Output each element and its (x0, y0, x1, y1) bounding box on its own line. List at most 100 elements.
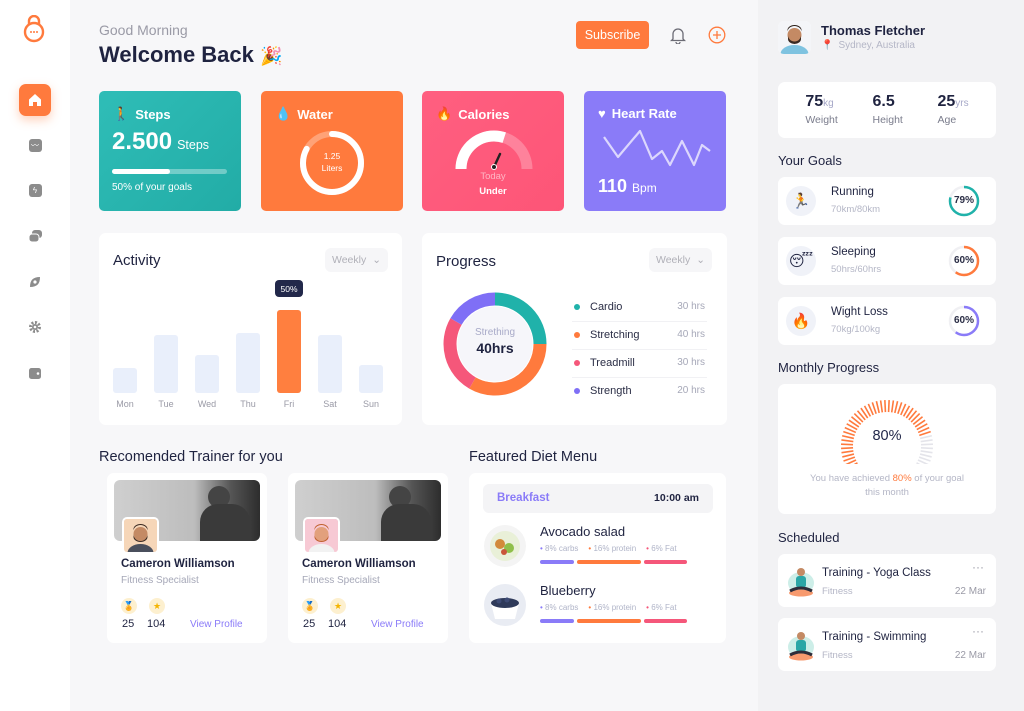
sidebar-item-settings[interactable] (19, 311, 51, 343)
gauge-tick (841, 450, 854, 454)
legend-value: 40 hrs (677, 329, 705, 340)
gauge-tick (841, 447, 854, 450)
meal-header: Breakfast 10:00 am (483, 484, 713, 513)
protein-bar (577, 560, 641, 564)
water-card[interactable]: 💧 Water 1.25 Liters (261, 91, 403, 211)
activity-bar-thu[interactable] (236, 333, 260, 393)
steps-value: 2.500 (112, 128, 173, 155)
goal-icon: 😴 (786, 246, 816, 276)
protein-bar (577, 619, 641, 623)
activity-bar-tue[interactable] (154, 335, 178, 393)
activity-bar-sun[interactable] (359, 365, 383, 393)
legend-item-treadmill[interactable]: Treadmill 30 hrs (572, 350, 707, 378)
calories-card[interactable]: 🔥 Calories Today Under (422, 91, 564, 211)
steps-card[interactable]: 🚶 Steps 2.500 Steps 50% of your goals (99, 91, 241, 211)
scheduled-category: Fitness (822, 586, 853, 597)
view-profile-link[interactable]: View Profile (371, 619, 424, 630)
gauge-tick (894, 401, 899, 414)
scheduled-item[interactable]: Training - Swimming Fitness ··· 22 Mar (778, 618, 996, 671)
user-location: Sydney, Australia (838, 40, 915, 51)
diet-item[interactable]: Blueberry • 8% carbs • 16% protein • 6% … (483, 583, 713, 633)
activity-day-label: Thu (240, 399, 256, 409)
activity-filter-dropdown[interactable]: Weekly ⌄ (325, 248, 388, 272)
activity-day-label: Wed (197, 399, 217, 409)
subscribe-button[interactable]: Subscribe (576, 21, 649, 49)
legend-value: 30 hrs (677, 357, 705, 368)
activity-bar-wed[interactable] (195, 355, 219, 393)
diet-title: Featured Diet Menu (469, 449, 598, 465)
carbs-label: 8% carbs (545, 603, 579, 612)
legend-label: Strength (590, 385, 632, 397)
monthly-progress-card: 80% You have achieved 80% of your goal t… (778, 384, 996, 514)
more-options-icon[interactable]: ··· (972, 560, 984, 574)
legend-item-strength[interactable]: Strength 20 hrs (572, 378, 707, 406)
view-profile-link[interactable]: View Profile (190, 619, 243, 630)
trainer-rating-count: 104 (328, 618, 347, 630)
legend-item-cardio[interactable]: Cardio 30 hrs (572, 294, 707, 322)
gauge-tick (875, 401, 880, 414)
activity-day-label: Tue (158, 399, 174, 409)
medal-icon: 🏅 (302, 598, 318, 614)
scheduled-title: Training - Swimming (822, 631, 927, 643)
gauge-tick (920, 450, 933, 454)
scheduled-item[interactable]: Training - Yoga Class Fitness ··· 22 Mar (778, 554, 996, 607)
gauge-tick (842, 453, 855, 458)
legend-label: Stretching (590, 329, 640, 341)
main-content: Good Morning Welcome Back 🎉 Subscribe 🚶 … (70, 0, 758, 711)
greeting-text: Good Morning (99, 22, 188, 38)
sidebar-item-home[interactable] (19, 84, 51, 116)
sidebar-item-wallet[interactable] (19, 357, 51, 389)
trainer-avatar[interactable] (303, 517, 340, 554)
goal-icon: 🔥 (786, 306, 816, 336)
bell-icon[interactable] (670, 26, 686, 44)
heart-rate-card[interactable]: ♥ Heart Rate 110 Bpm (584, 91, 726, 211)
activity-bar-sat[interactable] (318, 335, 342, 393)
sidebar-item-activity[interactable]: ϟ (19, 174, 51, 206)
activity-day-label: Mon (116, 399, 134, 409)
legend-dot (574, 388, 580, 394)
legend-label: Cardio (590, 301, 623, 313)
body-stats-card: 75kg Weight 6.5 Height 25yrs Age (778, 82, 996, 138)
progress-legend: Cardio 30 hrs Stretching 40 hrs Treadmil… (572, 294, 707, 406)
trainer-avatar[interactable] (122, 517, 159, 554)
chart-icon: 〰 (28, 138, 42, 152)
meal-time: 10:00 am (654, 492, 699, 504)
yoga-icon (788, 632, 814, 661)
add-icon[interactable] (708, 26, 726, 44)
diet-item[interactable]: Avocado salad • 8% carbs • 16% protein •… (483, 524, 713, 574)
steps-caption: 50% of your goals (112, 182, 193, 193)
goal-item[interactable]: 🔥 Wight Loss 70kg/100kg 60% (778, 297, 996, 345)
right-panel: Thomas Fletcher 📍 Sydney, Australia 75kg… (758, 0, 1024, 711)
activity-bar-fri[interactable] (277, 310, 301, 393)
gauge-tick (879, 400, 884, 413)
gauge-tick (843, 456, 856, 462)
goal-item[interactable]: 🏃 Running 70km/80km 79% (778, 177, 996, 225)
gauge-tick (890, 400, 895, 413)
party-icon: 🎉 (260, 46, 283, 66)
wallet-icon (29, 367, 41, 379)
stat-unit: kg (823, 98, 834, 109)
scheduled-category: Fitness (822, 650, 853, 661)
goal-item[interactable]: 😴 Sleeping 50hrs/60hrs 60% (778, 237, 996, 285)
legend-dot (574, 304, 580, 310)
chevron-down-icon: ⌄ (696, 254, 706, 266)
trainer-awards-count: 25 (122, 618, 135, 630)
progress-filter-dropdown[interactable]: Weekly ⌄ (649, 248, 712, 272)
gauge-tick (884, 400, 887, 413)
more-options-icon[interactable]: ··· (972, 624, 984, 638)
sidebar-item-explore[interactable] (19, 266, 51, 298)
legend-item-stretching[interactable]: Stretching 40 hrs (572, 322, 707, 350)
calories-gauge (455, 130, 533, 170)
stat-value: 6.5 (872, 93, 895, 110)
activity-bar-mon[interactable] (113, 368, 137, 393)
user-avatar[interactable] (778, 21, 811, 54)
kettlebell-logo-icon[interactable] (22, 15, 46, 43)
sidebar-item-analytics[interactable]: 〰 (19, 129, 51, 161)
carbs-bar (540, 560, 574, 564)
goals-title: Your Goals (778, 153, 842, 168)
compass-icon (30, 277, 40, 287)
trainer-rating-count: 104 (147, 618, 166, 630)
sidebar-item-messages[interactable] (19, 220, 51, 252)
legend-dot (574, 332, 580, 338)
monthly-progress-value: 80% (872, 428, 902, 444)
